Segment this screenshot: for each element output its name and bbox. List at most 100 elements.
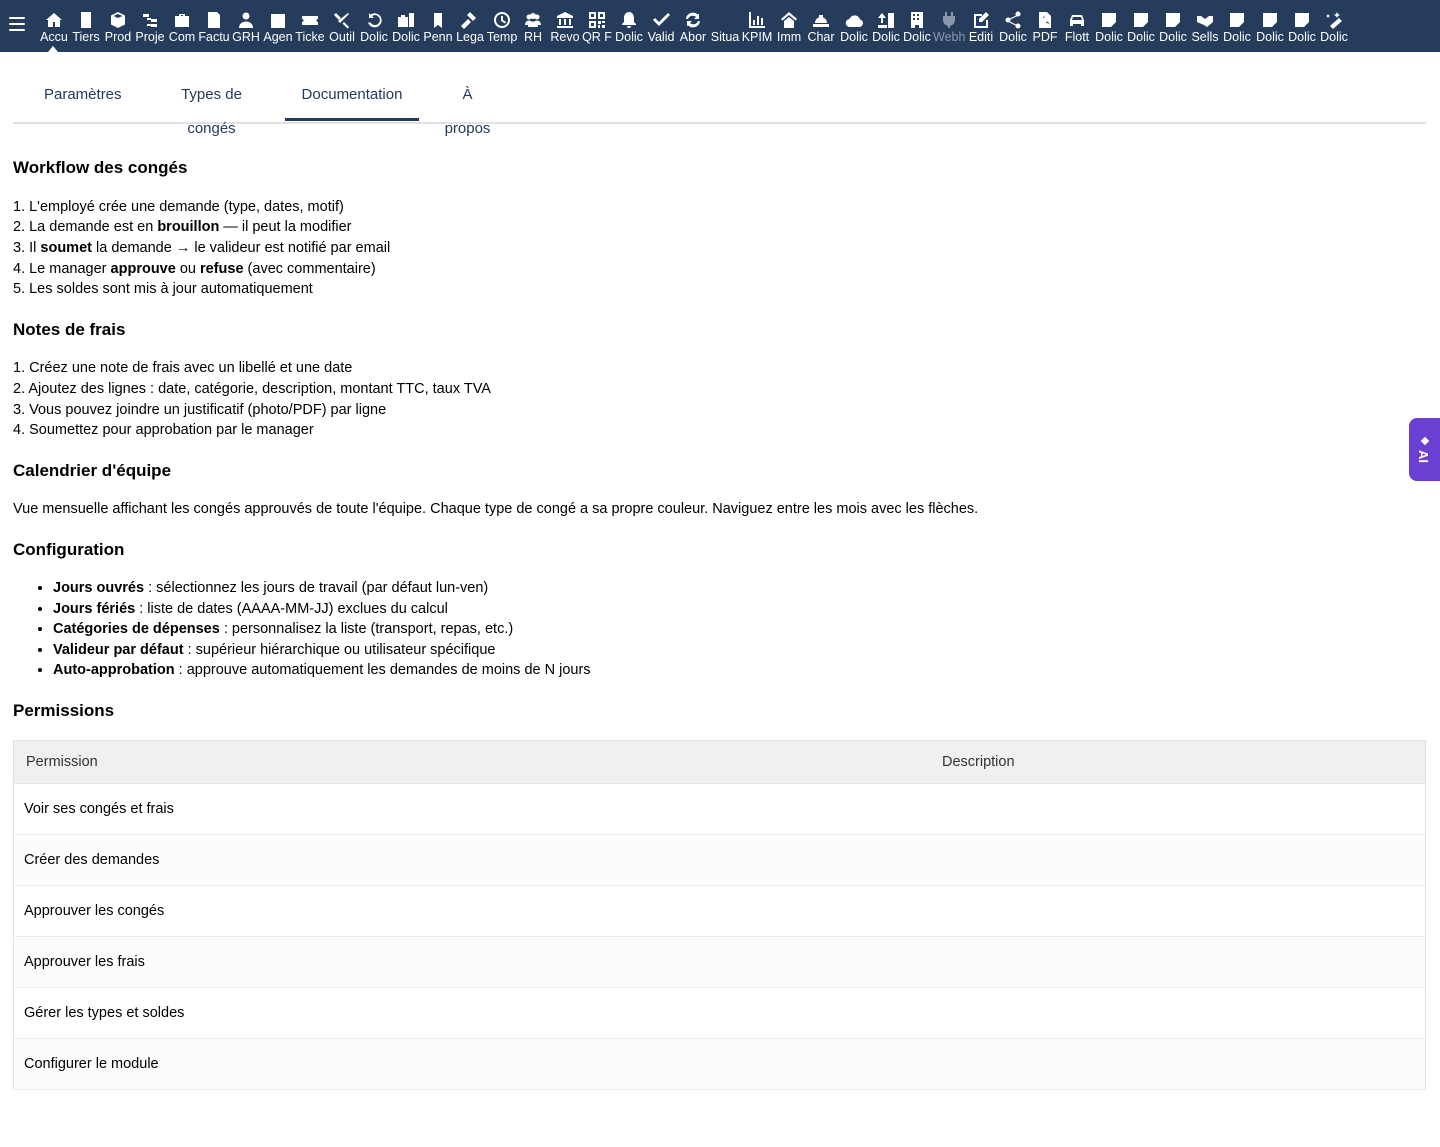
menu-item-30[interactable]: Dolic (997, 8, 1029, 48)
menu-item-12[interactable]: Penn (422, 8, 454, 48)
edit-icon (972, 11, 990, 29)
menu-item-36[interactable]: Sells (1189, 8, 1221, 48)
note-icon (1261, 11, 1279, 29)
menu-item-label: Dolic (1288, 30, 1316, 44)
menu-item-label: Imm (776, 30, 802, 44)
table-row: Approuver les frais (13, 936, 1426, 988)
ai-assistant-button[interactable]: AI (1409, 418, 1440, 481)
calendar-description: Vue mensuelle affichant les congés appro… (13, 501, 979, 517)
blank-icon (716, 11, 734, 29)
pdf-icon (1036, 11, 1054, 29)
menu-item-22[interactable]: KPIM (741, 8, 773, 48)
tab-documentation[interactable]: Documentation (285, 78, 419, 121)
table-row: Gérer les types et soldes (13, 987, 1426, 1039)
menu-item-6[interactable]: GRH (230, 8, 262, 48)
menu-item-11[interactable]: Dolic (390, 8, 422, 48)
menu-item-label: Dolic (392, 30, 420, 44)
menu-item-label: Dolic (360, 30, 388, 44)
menu-item-3[interactable]: Proje (134, 8, 166, 48)
menu-item-label: Ticke (295, 30, 325, 44)
menu-item-33[interactable]: Dolic (1093, 8, 1125, 48)
menu-item-label: Sells (1191, 30, 1219, 44)
expenses-step: 2. Ajoutez des lignes : date, catégorie,… (13, 381, 491, 397)
menu-item-26[interactable]: Dolic (870, 8, 902, 48)
menu-item-label: Temp (486, 30, 518, 44)
menu-item-18[interactable]: Dolic (613, 8, 645, 48)
menu-item-35[interactable]: Dolic (1157, 8, 1189, 48)
table-header-row: Permission Description (13, 740, 1426, 784)
user-icon (237, 11, 255, 29)
menu-item-40[interactable]: Dolic (1318, 8, 1350, 48)
menu-item-16[interactable]: Revo (549, 8, 581, 48)
menu-item-label: Dolic (999, 30, 1027, 44)
menu-item-label: Dolic (840, 30, 868, 44)
menu-item-label: Situa (710, 30, 740, 44)
menu-item-25[interactable]: Dolic (838, 8, 870, 48)
tab-parametres[interactable]: Paramètres (44, 78, 122, 120)
box-icon (109, 11, 127, 29)
bell-icon (620, 11, 638, 29)
table-row: Approuver les congés (13, 885, 1426, 937)
menu-item-label: Dolic (1223, 30, 1251, 44)
menu-item-13[interactable]: Lega (454, 8, 486, 48)
menu-item-21[interactable]: Situa (709, 8, 741, 48)
description-cell (941, 936, 1426, 988)
menu-item-20[interactable]: Abor (677, 8, 709, 48)
menu-item-19[interactable]: Valid (645, 8, 677, 48)
magic-wand-icon (1325, 11, 1343, 29)
menu-item-label: Dolic (1095, 30, 1123, 44)
menu-item-0[interactable]: Accu (38, 8, 70, 48)
menu-item-8[interactable]: Ticke (294, 8, 326, 48)
sparkle-icon (1420, 436, 1430, 446)
list-item: Catégories de dépenses : personnalisez l… (53, 619, 591, 640)
menu-item-29[interactable]: Editi (965, 8, 997, 48)
menu-item-31[interactable]: PDF (1029, 8, 1061, 48)
menu-item-2[interactable]: Prod (102, 8, 134, 48)
column-header-permission: Permission (13, 740, 941, 784)
tab-types-de-conges[interactable]: Types de congés (156, 78, 267, 137)
upload-icon (877, 11, 895, 29)
menu-item-label: Agen (263, 30, 293, 44)
menu-item-39[interactable]: Dolic (1286, 8, 1318, 48)
menu-item-7[interactable]: Agen (262, 8, 294, 48)
menu-item-4[interactable]: Com (166, 8, 198, 48)
menu-item-28[interactable]: Webh (933, 8, 965, 48)
ticket-icon (301, 11, 319, 29)
gavel-icon (461, 11, 479, 29)
workflow-step: 2. La demande est en brouillon — il peut… (13, 219, 352, 235)
menu-item-32[interactable]: Flott (1061, 8, 1093, 48)
share-icon (1004, 11, 1022, 29)
menu-item-14[interactable]: Temp (486, 8, 518, 48)
expenses-step: 4. Soumettez pour approbation par le man… (13, 422, 314, 438)
menu-item-15[interactable]: RH (517, 8, 549, 48)
note-icon (1132, 11, 1150, 29)
workflow-step: 4. Le manager approuve ou refuse (avec c… (13, 261, 376, 277)
menu-item-37[interactable]: Dolic (1221, 8, 1253, 48)
sitemap-icon (141, 11, 159, 29)
calendar-heading: Calendrier d'équipe (13, 461, 172, 480)
menu-item-9[interactable]: Outil (326, 8, 358, 48)
menu-item-34[interactable]: Dolic (1125, 8, 1157, 48)
configuration-heading: Configuration (13, 540, 125, 559)
users-icon (524, 11, 542, 29)
menu-item-label: Editi (968, 30, 994, 44)
menu-item-1[interactable]: Tiers (70, 8, 102, 48)
menu-item-5[interactable]: Factu (198, 8, 230, 48)
column-header-description: Description (941, 740, 1426, 784)
menu-item-17[interactable]: QR F (581, 8, 613, 48)
plug-icon (940, 11, 958, 29)
description-cell (941, 885, 1426, 937)
cloud-icon (845, 11, 863, 29)
menu-item-10[interactable]: Dolic (358, 8, 390, 48)
bank-icon (556, 11, 574, 29)
menu-item-27[interactable]: Dolic (901, 8, 933, 48)
menu-item-38[interactable]: Dolic (1254, 8, 1286, 48)
permission-cell: Configurer le module (13, 1038, 941, 1090)
note-icon (1228, 11, 1246, 29)
menu-item-24[interactable]: Char (805, 8, 837, 48)
tab-a-propos[interactable]: À propos (438, 78, 497, 137)
menu-item-23[interactable]: Imm (773, 8, 805, 48)
hamburger-menu-icon[interactable] (9, 17, 25, 31)
configuration-list: Jours ouvrés : sélectionnez les jours de… (35, 578, 591, 681)
menu-item-label: Lega (456, 30, 484, 44)
